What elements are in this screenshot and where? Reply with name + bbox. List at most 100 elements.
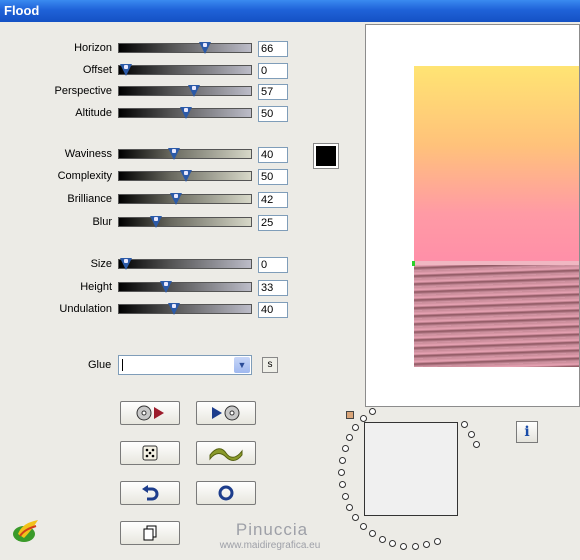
undulation-value-field[interactable]: 40 — [258, 302, 288, 318]
ring-dot[interactable] — [346, 434, 354, 442]
slider-thumb[interactable] — [199, 42, 211, 54]
slider-complexity: Complexity 50 — [0, 169, 300, 185]
reset-button[interactable] — [196, 481, 256, 505]
horizon-slider[interactable] — [118, 42, 252, 54]
ring-dot[interactable] — [472, 441, 480, 449]
offset-value-field[interactable]: 0 — [258, 63, 288, 79]
ring-dot[interactable] — [338, 457, 346, 465]
slider-horizon: Horizon 66 — [0, 41, 300, 57]
slider-label: Undulation — [59, 303, 112, 315]
slider-blur: Blur 25 — [0, 215, 300, 231]
slider-thumb[interactable] — [180, 107, 192, 119]
complexity-slider[interactable] — [118, 170, 252, 182]
ring-dot[interactable] — [338, 480, 346, 488]
preview-water — [414, 263, 579, 367]
size-slider[interactable] — [118, 258, 252, 270]
ring-dot[interactable] — [400, 542, 408, 550]
slider-thumb[interactable] — [150, 216, 162, 228]
copy-icon — [143, 525, 157, 541]
slider-thumb[interactable] — [160, 281, 172, 293]
color-swatch[interactable] — [313, 143, 339, 169]
waviness-value-field[interactable]: 40 — [258, 147, 288, 163]
complexity-value-field[interactable]: 50 — [258, 169, 288, 185]
slider-label: Height — [80, 281, 112, 293]
ring-dot[interactable] — [341, 492, 349, 500]
ring-dot[interactable] — [352, 513, 360, 521]
ring-dot[interactable] — [389, 540, 397, 548]
slider-label: Complexity — [57, 170, 112, 182]
title-bar: Flood — [0, 0, 580, 22]
slider-label: Perspective — [54, 85, 112, 97]
slider-label: Waviness — [64, 148, 112, 160]
ring-dot[interactable] — [359, 522, 367, 530]
blur-value-field[interactable]: 25 — [258, 215, 288, 231]
previous-preset-button[interactable] — [120, 401, 180, 425]
randomize-button[interactable] — [120, 441, 180, 465]
perspective-slider[interactable] — [118, 85, 252, 97]
slider-size: Size 0 — [0, 257, 300, 273]
undulation-slider[interactable] — [118, 303, 252, 315]
watermark-site: www.maidiregrafica.eu — [219, 540, 321, 551]
info-button[interactable]: i — [516, 421, 538, 443]
ring-dot[interactable] — [352, 424, 360, 432]
slider-thumb[interactable] — [120, 64, 132, 76]
slider-thumb[interactable] — [120, 258, 132, 270]
size-value-field[interactable]: 0 — [258, 257, 288, 273]
slider-thumb[interactable] — [180, 170, 192, 182]
height-value-field[interactable]: 33 — [258, 280, 288, 296]
navigator-thumbnail[interactable] — [364, 422, 458, 516]
ring-dot[interactable] — [411, 542, 419, 550]
ring-handle[interactable] — [346, 411, 354, 419]
watermark-name: Pinuccia — [235, 520, 309, 539]
glue-select[interactable]: ▼ — [118, 355, 252, 375]
slider-label: Horizon — [74, 42, 112, 54]
ring-dot[interactable] — [378, 536, 386, 544]
altitude-slider[interactable] — [118, 107, 252, 119]
height-slider[interactable] — [118, 281, 252, 293]
ring-dot[interactable] — [433, 537, 441, 545]
ring-dot[interactable] — [461, 420, 469, 428]
slider-thumb[interactable] — [168, 148, 180, 160]
preview-window[interactable] — [365, 24, 580, 407]
slider-thumb[interactable] — [188, 85, 200, 97]
slider-brilliance: Brilliance 42 — [0, 192, 300, 208]
glue-s-button[interactable]: s — [262, 357, 278, 373]
preview-sky — [414, 66, 579, 263]
slider-undulation: Undulation 40 — [0, 302, 300, 318]
ring-dot[interactable] — [346, 503, 354, 511]
text-caret — [122, 359, 123, 371]
app-logo-icon — [13, 520, 38, 542]
ring-dot[interactable] — [368, 407, 376, 415]
copy-button[interactable] — [120, 521, 180, 545]
wave-icon — [209, 448, 243, 461]
undo-icon — [142, 485, 159, 501]
brilliance-value-field[interactable]: 42 — [258, 192, 288, 208]
slider-offset: Offset 0 — [0, 63, 300, 79]
next-preset-button[interactable] — [196, 401, 256, 425]
brilliance-slider[interactable] — [118, 193, 252, 205]
slider-thumb[interactable] — [168, 303, 180, 315]
ring-dot[interactable] — [422, 541, 430, 549]
undo-button[interactable] — [120, 481, 180, 505]
slider-altitude: Altitude 50 — [0, 106, 300, 122]
slider-height: Height 33 — [0, 280, 300, 296]
wave-button[interactable] — [196, 441, 256, 465]
altitude-value-field[interactable]: 50 — [258, 106, 288, 122]
blur-slider[interactable] — [118, 216, 252, 228]
ring-dot[interactable] — [368, 530, 376, 538]
perspective-value-field[interactable]: 57 — [258, 84, 288, 100]
glue-label: Glue — [88, 359, 112, 371]
slider-thumb[interactable] — [170, 193, 182, 205]
ring-dot[interactable] — [467, 430, 475, 438]
window-title: Flood — [4, 3, 40, 18]
cd-prev-icon — [136, 405, 164, 421]
waviness-slider[interactable] — [118, 148, 252, 160]
ring-dot[interactable] — [341, 445, 349, 453]
ring-dot[interactable] — [338, 469, 345, 476]
offset-slider[interactable] — [118, 64, 252, 76]
slider-label: Size — [90, 258, 112, 270]
horizon-value-field[interactable]: 66 — [258, 41, 288, 57]
chevron-down-icon[interactable]: ▼ — [234, 357, 250, 373]
slider-label: Brilliance — [67, 193, 112, 205]
slider-waviness: Waviness 40 — [0, 147, 300, 163]
